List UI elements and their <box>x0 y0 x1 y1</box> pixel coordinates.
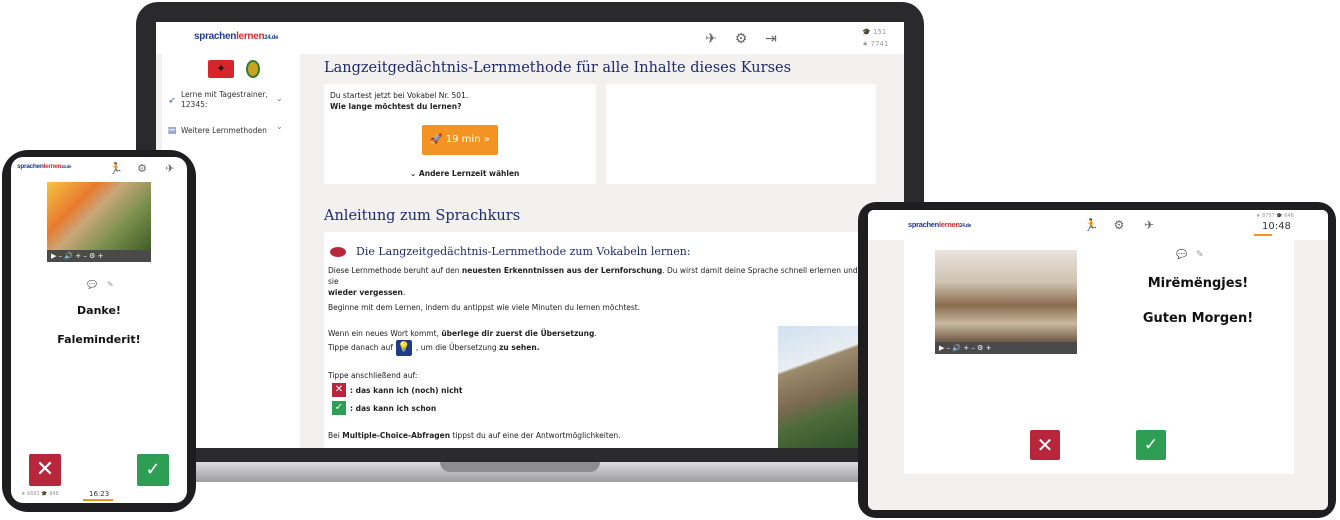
chevron-down-icon[interactable]: ⌄ <box>276 122 283 131</box>
logo[interactable]: sprachenlernen24.de <box>908 220 971 229</box>
gear-icon[interactable]: ⚙ <box>732 30 750 48</box>
chevron-down-icon: ⌄ <box>410 169 417 178</box>
dining-photo <box>935 250 1077 342</box>
method-heading: Die Langzeitgedächtnis-Lernmethode zum V… <box>356 245 691 258</box>
page-title: Langzeitgedächtnis-Lernmethode für alle … <box>324 60 792 76</box>
couple-photo <box>47 182 151 250</box>
no-label: : das kann ich (noch) nicht <box>350 386 463 395</box>
castle-photo <box>778 326 868 448</box>
book-icon: ▤ <box>167 126 177 136</box>
gear-icon[interactable]: ⚙ <box>1110 216 1128 234</box>
comment-icon[interactable]: 💬 <box>87 280 97 289</box>
phone-screen: sprachenlernen24.de 🏃 ⚙ ✈ ▶ – 🔊 + – ⚙ + … <box>11 157 187 503</box>
paragraph-4: Tippe danach auf <box>328 343 393 352</box>
sidebar-item-daily-trainer[interactable]: Lerne mit Tagestrainer, 12345: <box>181 90 271 110</box>
paragraph-6: Bei Multiple-Choice-Abfragen tippst du a… <box>328 431 621 440</box>
tablet-clock: 10:48 <box>1262 221 1291 232</box>
portugal-flag-icon[interactable] <box>246 60 260 78</box>
progress-bar <box>1254 234 1272 236</box>
instructions-card: Die Langzeitgedächtnis-Lernmethode zum V… <box>324 232 904 448</box>
comment-icon[interactable]: 💬 <box>1176 250 1187 260</box>
eye-icon <box>330 247 346 257</box>
rocket-icon: ➶ <box>168 96 176 106</box>
video-controls[interactable]: ▶ – 🔊 + – ⚙ + <box>935 342 1077 354</box>
logout-icon[interactable]: ⇥ <box>762 30 780 48</box>
top-bar: sprachenlernen24.de ✈ ⚙ ⇥ 🎓 151 ★ 7741 <box>156 22 904 54</box>
start-card: Du startest jetzt bei Vokabel Nr. 501. W… <box>324 84 596 184</box>
airplane-icon[interactable]: ✈ <box>702 30 720 48</box>
pencil-icon[interactable]: ✎ <box>107 280 114 289</box>
know-button[interactable]: ✓ <box>137 454 169 486</box>
section-heading: Anleitung zum Sprachkurs <box>324 208 521 224</box>
sidebar-item-more-methods[interactable]: Weitere Lernmethoden <box>181 126 271 136</box>
info-card <box>606 84 876 184</box>
dont-know-button[interactable]: ✕ <box>29 454 61 486</box>
pencil-icon[interactable]: ✎ <box>1196 250 1204 260</box>
stat-top: 🎓 151 <box>862 28 887 36</box>
yes-label: : das kann ich schon <box>350 404 437 413</box>
runner-icon[interactable]: 🏃 <box>1082 216 1100 234</box>
runner-icon[interactable]: 🏃 <box>107 160 125 178</box>
video-controls[interactable]: ▶ – 🔊 + – ⚙ + <box>47 250 151 262</box>
progress-bar <box>83 499 113 501</box>
logo[interactable]: sprachenlernen24.de <box>194 31 278 42</box>
start-19-min-button[interactable]: 🚀 19 min » <box>422 125 498 155</box>
paragraph-4b: , um die Übersetzung zu sehen. <box>416 343 540 352</box>
gear-icon[interactable]: ⚙ <box>133 160 151 178</box>
dont-know-button[interactable]: ✕ <box>1030 430 1060 460</box>
laptop-notch <box>440 462 600 472</box>
paragraph-3: Wenn ein neues Wort kommt, überlege dir … <box>328 329 597 338</box>
albania-flag-icon[interactable]: ✦ <box>208 60 234 78</box>
phone-clock: 16:23 <box>89 490 110 498</box>
phrase-source: Mirëmëngjes! <box>1147 276 1249 291</box>
paragraph-2: Beginne mit dem Lernen, indem du antipps… <box>328 303 641 312</box>
laptop-screen: sprachenlernen24.de ✈ ⚙ ⇥ 🎓 151 ★ 7741 ✦… <box>156 22 904 448</box>
close-icon: ✕ <box>332 383 346 397</box>
start-info: Du startest jetzt bei Vokabel Nr. 501. <box>330 91 469 100</box>
lightbulb-icon[interactable]: 💡 <box>396 340 412 356</box>
other-time-link[interactable]: ⌄ Andere Lernzeit wählen <box>410 168 519 179</box>
logo[interactable]: sprachenlernen24.de <box>17 163 72 170</box>
phrase-target: Guten Morgen! <box>1142 311 1254 326</box>
tablet-stats: ★ 8757 🎓 646 <box>1256 213 1294 219</box>
tablet-screen: sprachenlernen24.de 🏃 ⚙ ✈ ★ 8757 🎓 646 1… <box>868 210 1328 510</box>
chevron-down-icon[interactable]: ⌄ <box>276 94 283 103</box>
paragraph-5: Tippe anschließend auf: <box>328 371 418 380</box>
phrase-target: Faleminderit! <box>57 333 141 346</box>
stat-bottom: ★ 7741 <box>862 40 889 48</box>
duration-question: Wie lange möchtest du lernen? <box>330 102 462 111</box>
rocket-icon: 🚀 <box>430 134 443 145</box>
airplane-icon[interactable]: ✈ <box>161 160 179 178</box>
airplane-icon[interactable]: ✈ <box>1140 216 1158 234</box>
paragraph-1: Diese Lernmethode beruht auf den neueste… <box>328 266 858 297</box>
check-icon: ✓ <box>332 401 346 415</box>
phone-stats: ★ 6681 🎓 848 <box>21 491 59 497</box>
know-button[interactable]: ✓ <box>1136 430 1166 460</box>
phrase-source: Danke! <box>77 304 121 317</box>
